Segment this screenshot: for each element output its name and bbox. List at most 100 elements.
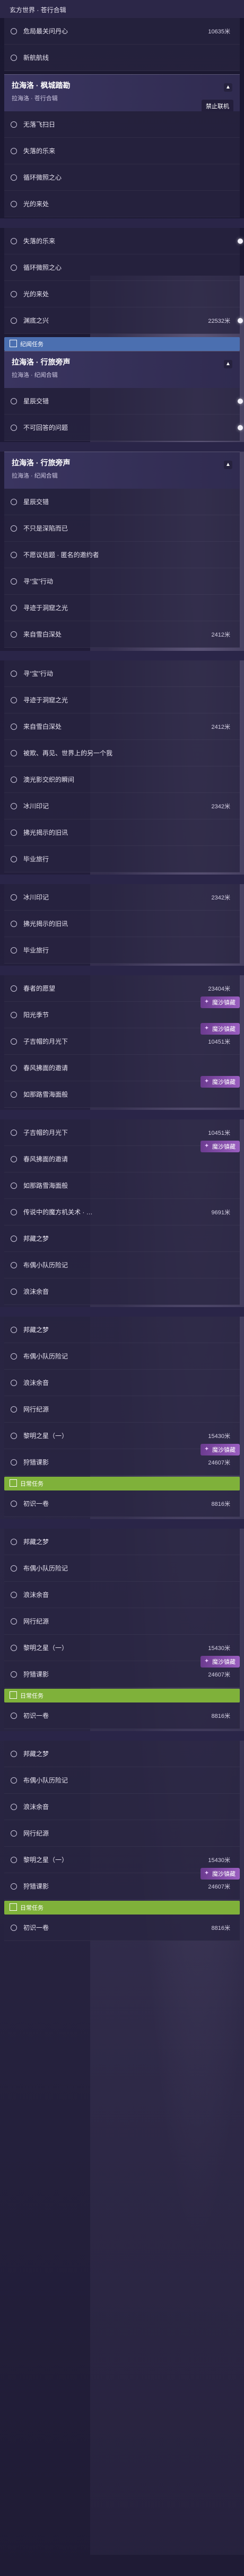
breadcrumb: 玄方世界 · 苍行合辑 (10, 6, 66, 14)
quest-row[interactable]: 毕业旅行 (4, 846, 240, 872)
quest-row[interactable]: 循环微照之心 (4, 254, 240, 281)
quest-row[interactable]: 寻“宝”行动 (4, 660, 240, 687)
quest-row[interactable]: 光的来处 (4, 281, 240, 307)
circle-icon (11, 920, 17, 927)
quest-row[interactable]: 不只是深陷而已 (4, 515, 240, 542)
reward-badge: 魔沙镇藏 (201, 1141, 240, 1152)
quest-row[interactable]: 浪沫余音 (4, 1278, 240, 1305)
quest-row[interactable]: 危局最关问丹心 10635米 (4, 18, 240, 45)
circle-icon (11, 1883, 17, 1890)
quest-row[interactable]: 渊底之兴 22532米 (4, 307, 243, 334)
quest-row[interactable]: 初识一卷 8816米 (4, 1915, 240, 1941)
quest-row[interactable]: 布偶小队历险记 (4, 1767, 240, 1794)
quest-row[interactable]: 网行纪源 (4, 1396, 240, 1423)
quest-row[interactable]: 不可回答的问题 (4, 414, 243, 441)
quest-distance: 2342米 (211, 894, 230, 901)
quest-title: 黎明之星（一） (23, 1644, 68, 1652)
quest-title: 循环微照之心 (23, 264, 62, 271)
section-header[interactable]: 拉海洛 · 行旅旁声 拉海洛 · 纪闻合辑 ▲ (4, 452, 240, 489)
quest-row[interactable]: 浪沫余音 (4, 1370, 240, 1396)
chevron-up-icon[interactable]: ▲ (224, 83, 232, 92)
quest-row[interactable]: 邦藏之梦 (4, 1741, 240, 1767)
quest-title: 狩猎课影 (23, 1459, 49, 1466)
circle-icon (11, 631, 17, 638)
quest-row[interactable]: 传说中的魔方机关术 · … 9691米 (4, 1199, 240, 1225)
quest-row[interactable]: 寻迹于洞窟之光 (4, 595, 240, 621)
circle-icon (11, 54, 17, 61)
quest-title: 寻迹于洞窟之光 (23, 696, 68, 704)
quest-row[interactable]: 网行纪源 (4, 1820, 240, 1847)
quest-title: 邦藏之梦 (23, 1538, 49, 1546)
quest-distance: 24607米 (208, 1671, 230, 1678)
quest-row[interactable]: 初识一卷 8816米 (4, 1490, 240, 1517)
quest-title: 邦藏之梦 (23, 1326, 49, 1334)
divider (0, 1307, 244, 1317)
quest-row[interactable]: 浪沫余音 (4, 1582, 240, 1608)
quest-distance: 15430米 (208, 1645, 230, 1652)
circle-icon (11, 398, 17, 404)
quest-distance: 2342米 (211, 803, 230, 810)
quest-title: 网行纪源 (23, 1406, 49, 1413)
quest-row[interactable]: 邦藏之梦 (4, 1529, 240, 1555)
quest-row[interactable]: 失落的乐来 (4, 138, 240, 164)
tag-label: 纪闻任务 (20, 341, 43, 348)
quest-row[interactable]: 拂光揭示的旧讯 (4, 911, 240, 937)
quest-row[interactable]: 冰川印记 2342米 (4, 793, 240, 819)
quest-row[interactable]: 光的来处 (4, 191, 240, 217)
quest-row[interactable]: 星辰交错 (4, 388, 243, 414)
circle-icon (11, 1618, 17, 1625)
circle-icon (11, 28, 17, 34)
quest-row[interactable]: 冰川印记 2342米 (4, 884, 240, 911)
quest-title: 毕业旅行 (23, 947, 49, 954)
quest-row[interactable]: 澳光影交织的瞬间 (4, 766, 240, 793)
quest-row[interactable]: 寻“宝”行动 (4, 568, 240, 595)
quest-row[interactable]: 循环微照之心 (4, 164, 240, 191)
quest-row[interactable]: 浪沫余音 (4, 1794, 240, 1820)
quest-title: 光的来处 (23, 200, 49, 208)
quest-row[interactable]: 来自雪白深处 2412米 (4, 713, 240, 740)
chevron-up-icon[interactable]: ▲ (224, 360, 232, 368)
quest-distance: 2412米 (211, 631, 230, 638)
quest-row[interactable]: 布偶小队历险记 (4, 1252, 240, 1278)
circle-icon (11, 1091, 17, 1098)
quest-row[interactable]: 拂光揭示的旧讯 (4, 819, 240, 846)
quest-row[interactable]: 星辰交错 (4, 489, 240, 515)
circle-icon (11, 1432, 17, 1439)
quest-title: 不愿议信题 · 匿名的邀约者 (23, 551, 99, 559)
quest-title: 传说中的魔方机关术 · … (23, 1208, 93, 1216)
quest-row[interactable]: 毕业旅行 (4, 937, 240, 964)
quest-row[interactable]: 邦藏之梦 (4, 1317, 240, 1343)
circle-icon (11, 604, 17, 611)
quest-title: 浪沫余音 (23, 1379, 49, 1387)
quest-row[interactable]: 初识一卷 8816米 (4, 1702, 240, 1729)
circle-icon (11, 1261, 17, 1268)
quest-row[interactable]: 无落飞扫日 (4, 111, 240, 138)
chevron-up-icon[interactable]: ▲ (224, 461, 232, 469)
quest-row[interactable]: 如那路雪海面般 (4, 1172, 240, 1199)
quest-row[interactable]: 新航航线 (4, 45, 240, 71)
quest-title: 不可回答的问题 (23, 424, 68, 431)
quest-title: 如那路雪海面般 (23, 1091, 68, 1098)
divider (0, 218, 244, 228)
quest-title: 循环微照之心 (23, 174, 62, 181)
category-tag: 日常任务 (4, 1901, 240, 1915)
quest-row[interactable]: 网行纪源 (4, 1608, 240, 1635)
quest-row[interactable]: 布偶小队历险记 (4, 1555, 240, 1582)
quest-title: 无落飞扫日 (23, 121, 56, 128)
quest-row[interactable]: 来自雪白深处 2412米 (4, 621, 240, 648)
circle-icon (11, 147, 17, 154)
quest-row[interactable]: 不愿议信题 · 匿名的邀约者 (4, 542, 240, 568)
quest-row[interactable]: 寻迹于洞窟之光 (4, 687, 240, 713)
quest-row[interactable]: 邦藏之梦 (4, 1225, 240, 1252)
quest-row[interactable]: 被欺、再见、世界上的另一个我 (4, 740, 240, 766)
quest-title: 拂光揭示的旧讯 (23, 920, 68, 928)
circle-icon (11, 1459, 17, 1466)
quest-row[interactable]: 布偶小队历险记 (4, 1343, 240, 1370)
circle-icon (11, 1803, 17, 1810)
scroll-indicator (238, 317, 243, 323)
quest-title: 拂光揭示的旧讯 (23, 829, 68, 836)
quest-row[interactable]: 失落的乐来 (4, 228, 243, 254)
section-header[interactable]: 拉海洛 · 行旅旁声 拉海洛 · 纪闻合辑 ▲ (4, 351, 240, 388)
quest-title: 布偶小队历险记 (23, 1261, 68, 1269)
circle-icon (11, 1500, 17, 1507)
